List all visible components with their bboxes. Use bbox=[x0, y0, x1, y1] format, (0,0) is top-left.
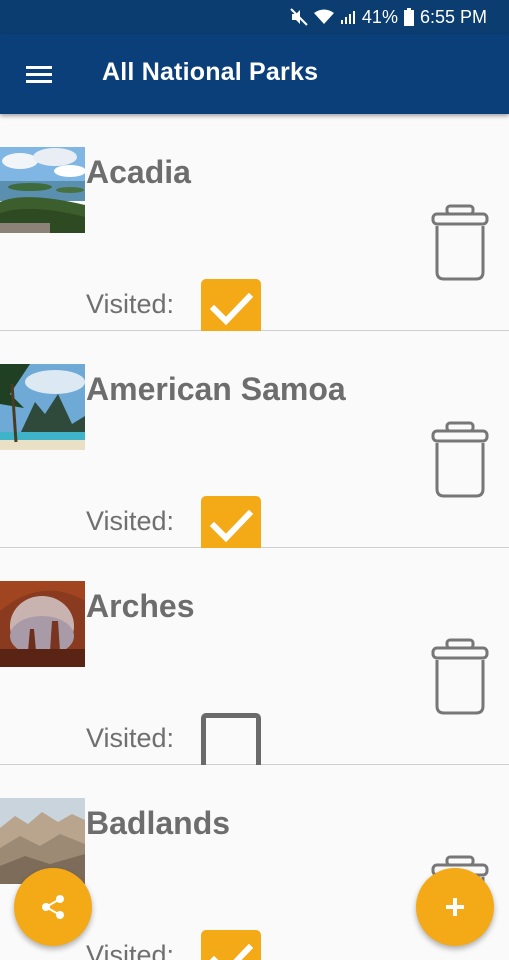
park-name: American Samoa bbox=[86, 371, 346, 407]
signal-icon bbox=[340, 11, 355, 24]
trash-icon[interactable] bbox=[430, 204, 490, 282]
park-row: Arches Visited: bbox=[0, 548, 509, 773]
plus-icon bbox=[446, 898, 464, 916]
share-button[interactable] bbox=[14, 868, 92, 946]
hamburger-menu-icon[interactable] bbox=[18, 54, 60, 94]
app-screen: 41% 6:55 PM All National Parks Acadia Vi… bbox=[0, 0, 509, 960]
park-row: American Samoa Visited: bbox=[0, 331, 509, 556]
park-name: Acadia bbox=[86, 154, 191, 190]
share-icon bbox=[42, 895, 64, 919]
trash-icon[interactable] bbox=[430, 421, 490, 499]
visited-label: Visited: bbox=[86, 506, 175, 536]
park-photo-acadia bbox=[0, 147, 85, 233]
mute-icon bbox=[290, 8, 308, 26]
visited-checkbox[interactable] bbox=[201, 713, 261, 773]
app-bar: All National Parks bbox=[0, 34, 509, 114]
park-photo-arches bbox=[0, 581, 85, 667]
park-name: Badlands bbox=[86, 805, 231, 841]
trash-icon[interactable] bbox=[430, 638, 490, 716]
battery-percent: 41% bbox=[361, 6, 398, 27]
battery-icon bbox=[403, 8, 414, 26]
page-title: All National Parks bbox=[102, 58, 319, 86]
wifi-icon bbox=[313, 9, 334, 24]
status-time: 6:55 PM bbox=[419, 6, 487, 27]
visited-checkbox[interactable] bbox=[201, 496, 261, 556]
status-icons: 41% 6:55 PM bbox=[290, 6, 487, 28]
visited-label: Visited: bbox=[86, 723, 175, 753]
park-list: Acadia Visited: American Samoa Visited: … bbox=[0, 114, 509, 960]
add-park-button[interactable] bbox=[416, 868, 494, 946]
status-bar: 41% 6:55 PM bbox=[0, 0, 509, 34]
park-name: Arches bbox=[86, 588, 195, 624]
visited-checkbox[interactable] bbox=[201, 279, 261, 339]
checkmark-icon bbox=[209, 292, 254, 326]
checkmark-icon bbox=[209, 509, 254, 543]
checkmark-icon bbox=[209, 943, 254, 960]
visited-checkbox[interactable] bbox=[201, 930, 261, 960]
park-row: Acadia Visited: bbox=[0, 114, 509, 339]
visited-label: Visited: bbox=[86, 289, 175, 319]
visited-label: Visited: bbox=[86, 940, 175, 960]
park-photo-american-samoa bbox=[0, 364, 85, 450]
